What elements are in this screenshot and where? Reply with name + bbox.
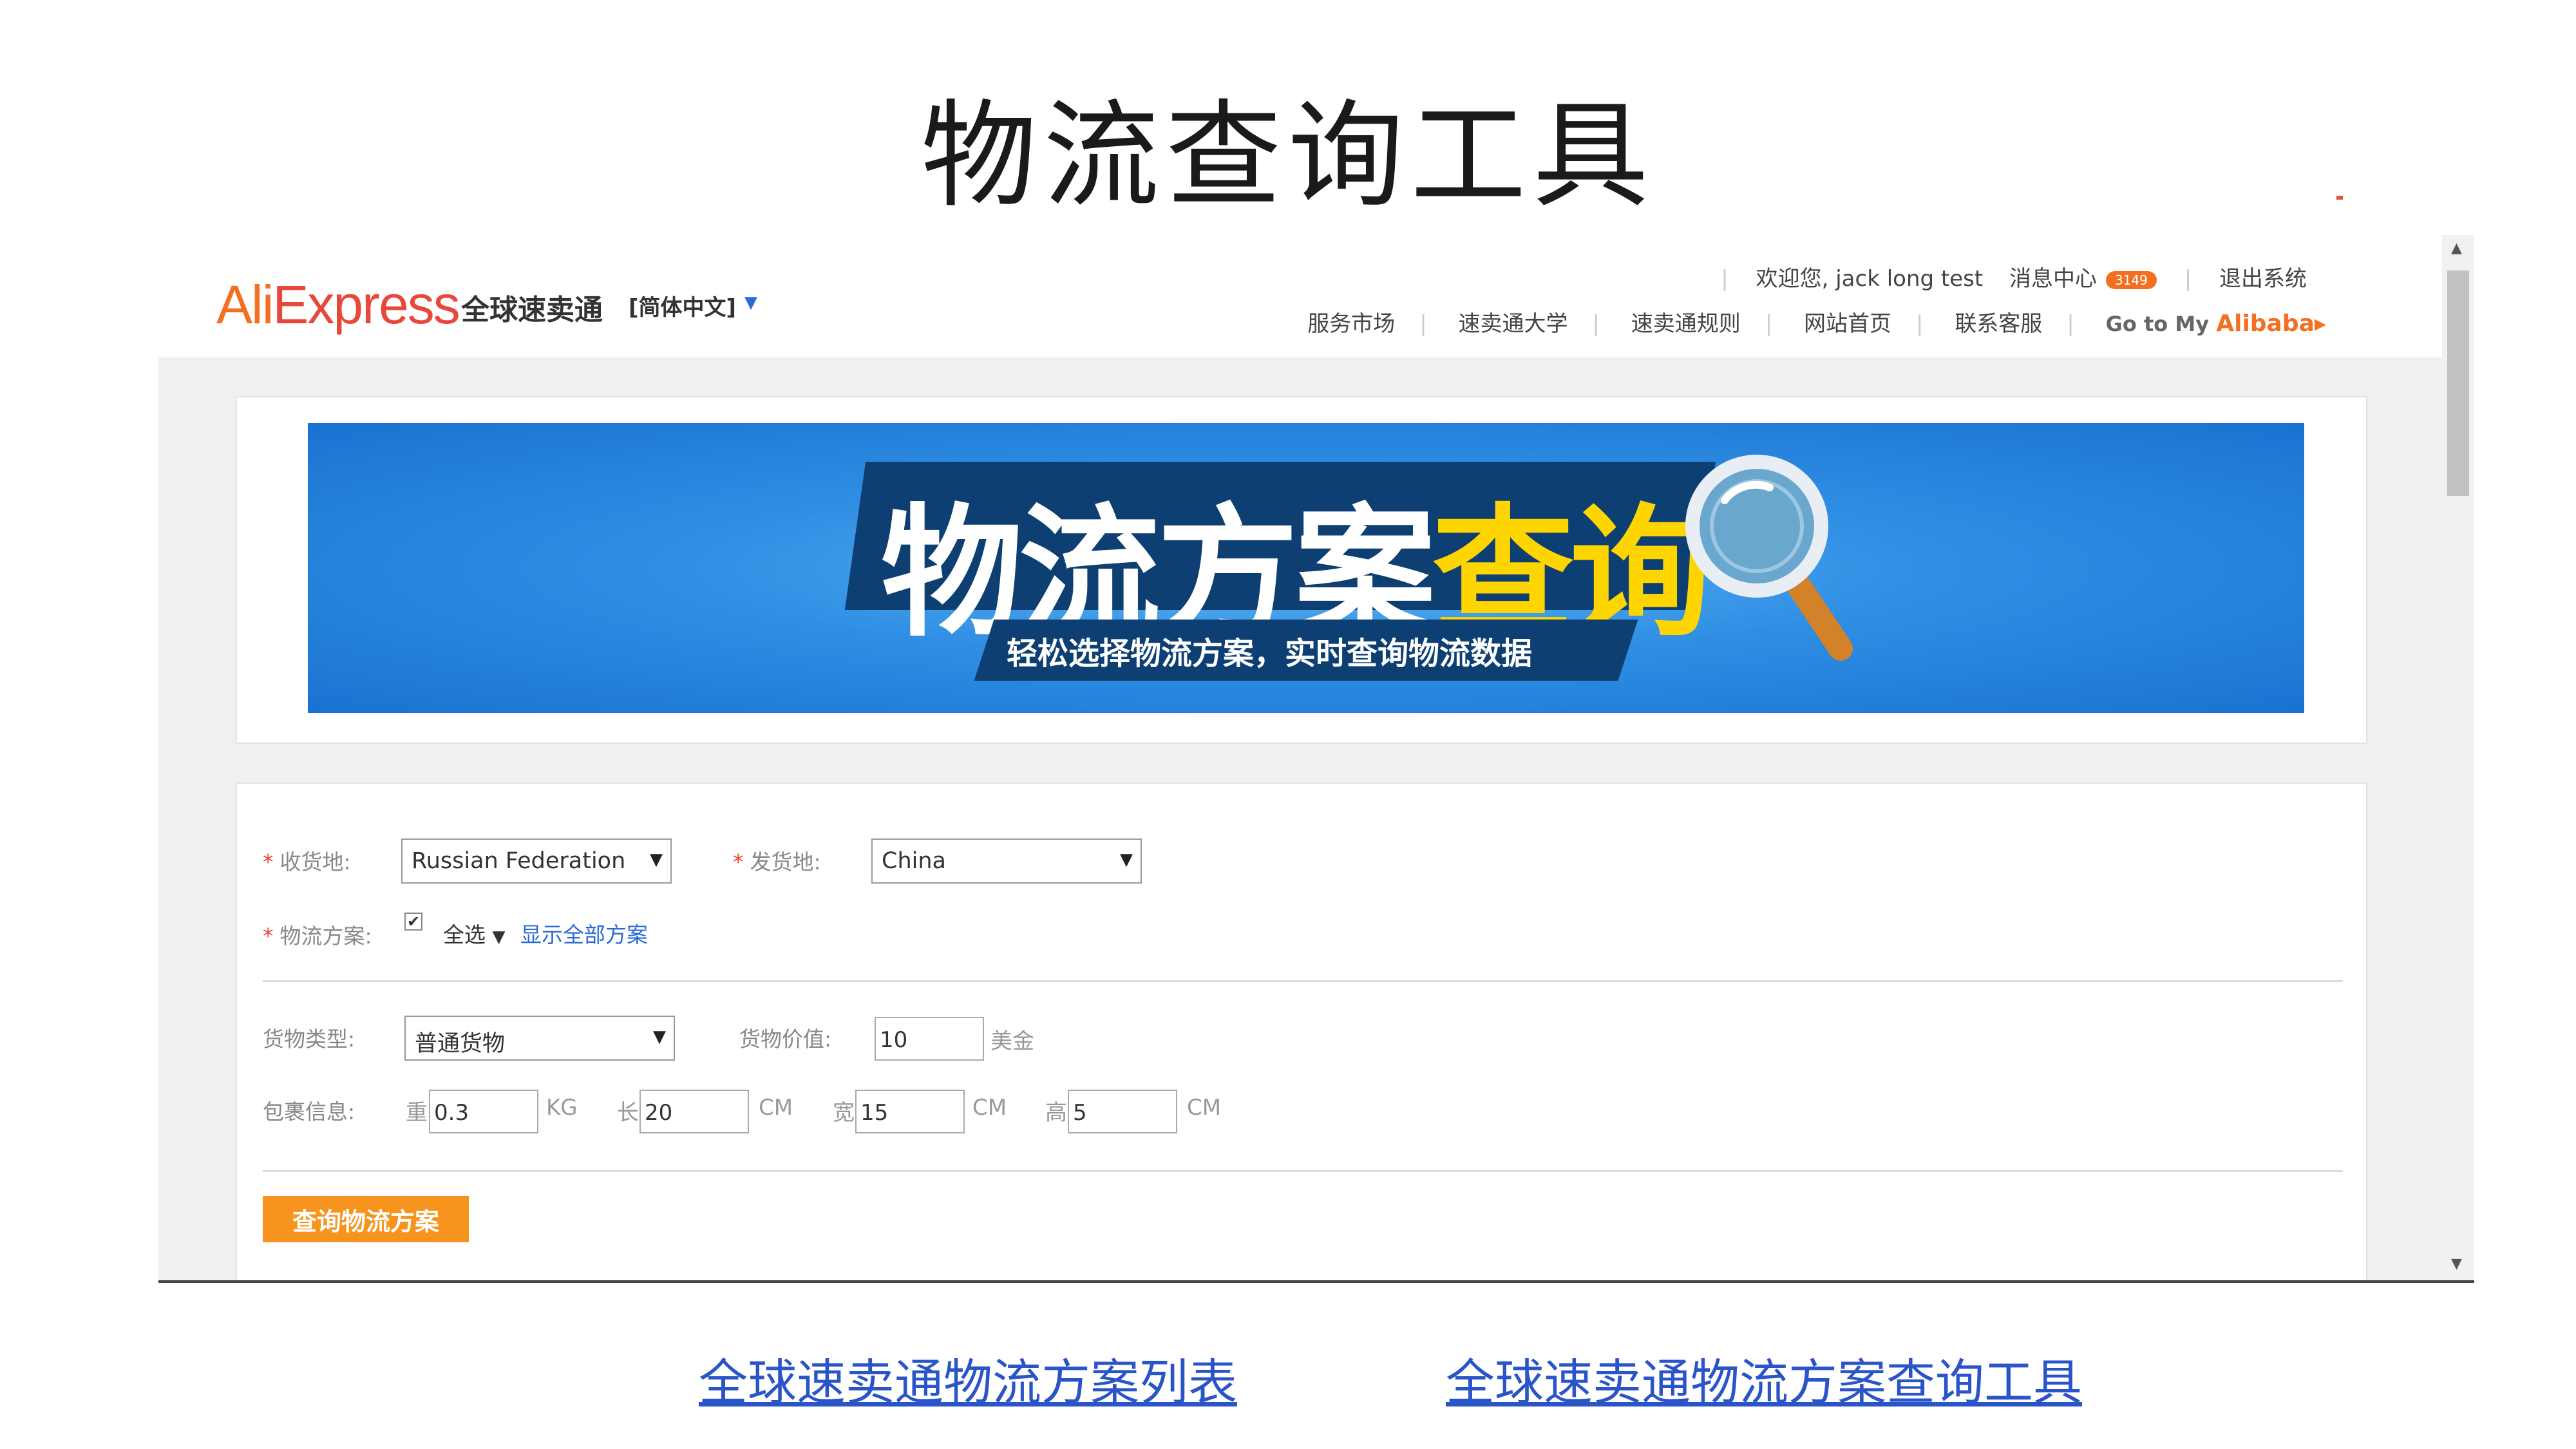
height-input[interactable]: 5 — [1068, 1090, 1177, 1133]
user-bar: | 欢迎您, jack long test 消息中心 3149 | 退出系统 — [1721, 266, 2307, 292]
length-unit: CM — [759, 1095, 793, 1121]
currency-unit: 美金 — [990, 1028, 1034, 1054]
destination-select[interactable]: Russian Federation ▼ — [401, 838, 672, 884]
scroll-up-icon[interactable]: ▲ — [2451, 240, 2462, 256]
slide-title: 物流查询工具 — [920, 89, 1655, 223]
language-selector[interactable]: [简体中文] — [629, 290, 736, 321]
divider — [263, 980, 2343, 982]
cargo-value-input[interactable]: 10 — [875, 1017, 984, 1061]
nav-university[interactable]: 速卖通大学 — [1458, 311, 1567, 337]
decorative-mark — [2336, 196, 2343, 200]
top-nav: 服务市场 | 速卖通大学 | 速卖通规则 | 网站首页 | 联系客服 | Go to My… — [1307, 310, 2326, 337]
query-tool-link[interactable]: 全球速卖通物流方案查询工具 — [1446, 1343, 2082, 1414]
cargo-type-select[interactable]: 普通货物 ▼ — [404, 1016, 675, 1061]
nav-rules[interactable]: 速卖通规则 — [1631, 311, 1741, 337]
logistics-banner: 物流方案查询 轻松选择物流方案，实时查询物流数据 — [308, 423, 2304, 713]
nav-home[interactable]: 网站首页 — [1804, 311, 1891, 337]
width-input[interactable]: 15 — [855, 1090, 965, 1133]
dropdown-arrow-icon: ▼ — [653, 1027, 666, 1046]
width-unit: CM — [972, 1095, 1007, 1121]
screenshot-frame: AliExpress 全球速卖通 [简体中文] ▼ | 欢迎您, jack lo… — [158, 235, 2474, 1282]
scroll-down-icon[interactable]: ▼ — [2451, 1256, 2462, 1272]
aliexpress-logo[interactable]: AliExpress — [216, 274, 460, 336]
weight-unit: KG — [546, 1095, 578, 1121]
banner-subtitle: 轻松选择物流方案，实时查询物流数据 — [1007, 636, 1533, 672]
query-logistics-button[interactable]: 查询物流方案 — [263, 1196, 469, 1242]
query-form: * 收货地: Russian Federation ▼ * 发货地: China ▼ *… — [236, 782, 2367, 1282]
logo-chinese-name: 全球速卖通 — [461, 294, 603, 327]
nav-service-market[interactable]: 服务市场 — [1307, 311, 1395, 337]
cargo-type-label: 货物类型: — [263, 1027, 355, 1052]
message-center-link[interactable]: 消息中心 — [2009, 266, 2097, 292]
message-count-badge: 3149 — [2106, 270, 2157, 289]
chevron-down-icon[interactable]: ▼ — [744, 293, 757, 312]
length-input[interactable]: 20 — [639, 1090, 749, 1133]
package-info-label: 包裹信息: — [263, 1099, 355, 1124]
logout-link[interactable]: 退出系统 — [2219, 266, 2307, 292]
site-header: AliExpress 全球速卖通 [简体中文] ▼ | 欢迎您, jack lo… — [158, 235, 2442, 357]
dropdown-arrow-icon: ▼ — [1120, 850, 1133, 869]
weight-input[interactable]: 0.3 — [429, 1090, 538, 1133]
origin-select[interactable]: China ▼ — [871, 838, 1142, 884]
magnifier-icon — [1685, 455, 1853, 661]
chevron-down-icon: ▼ — [492, 927, 506, 947]
nav-contact[interactable]: 联系客服 — [1955, 311, 2042, 337]
select-all-label[interactable]: 全选 ▼ — [443, 918, 506, 949]
vertical-scrollbar[interactable]: ▲ ▼ — [2442, 235, 2474, 1282]
show-all-plans-link[interactable]: 显示全部方案 — [520, 918, 648, 949]
height-label: 高 — [1045, 1100, 1067, 1126]
width-label: 宽 — [833, 1100, 855, 1126]
length-label: 长 — [617, 1100, 639, 1126]
goto-my-alibaba-link[interactable]: Go to My Alibaba▸ — [2106, 310, 2326, 337]
banner-card: 物流方案查询 轻松选择物流方案，实时查询物流数据 — [236, 396, 2367, 744]
weight-label: 重 — [406, 1100, 428, 1126]
height-unit: CM — [1187, 1095, 1222, 1121]
plan-list-link[interactable]: 全球速卖通物流方案列表 — [699, 1343, 1237, 1414]
destination-label: * 收货地: — [263, 849, 351, 875]
welcome-text: 欢迎您, jack long test — [1756, 266, 1984, 292]
scrollbar-thumb[interactable] — [2447, 270, 2469, 496]
dropdown-arrow-icon: ▼ — [650, 850, 663, 869]
cargo-value-label: 货物价值: — [739, 1027, 832, 1052]
select-all-checkbox[interactable]: ✔ — [404, 913, 422, 931]
origin-label: * 发货地: — [733, 849, 821, 875]
logistics-plan-label: * 物流方案: — [263, 923, 372, 949]
divider — [263, 1170, 2343, 1172]
frame-bottom-border — [158, 1280, 2474, 1283]
